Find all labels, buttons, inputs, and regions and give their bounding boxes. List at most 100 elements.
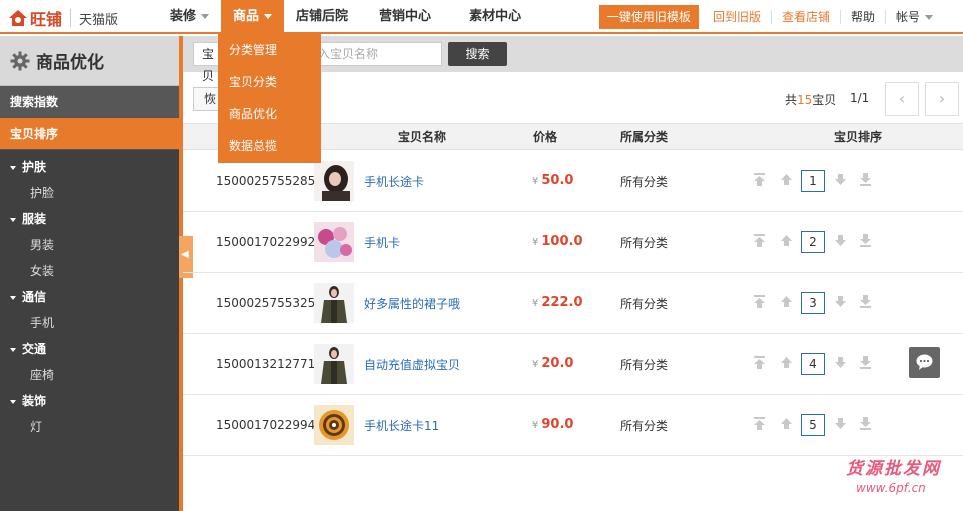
sidebar-subitem[interactable]: 男装	[0, 232, 179, 258]
sidebar-item-search-index[interactable]: 搜索指数	[0, 86, 179, 118]
sidebar-subitem[interactable]: 手机	[0, 310, 179, 336]
move-up-icon[interactable]	[780, 356, 793, 369]
menu-item-data-overview[interactable]: 数据总揽	[218, 130, 321, 162]
move-down-icon[interactable]	[834, 173, 847, 186]
product-name-link[interactable]: 手机长途卡	[364, 173, 424, 190]
product-category: 所有分类	[620, 419, 669, 433]
product-thumbnail[interactable]	[314, 344, 354, 384]
sidebar-subitem[interactable]: 座椅	[0, 362, 179, 388]
nav-decorate[interactable]: 装修	[158, 0, 221, 34]
chat-bubble-icon	[916, 354, 933, 370]
menu-item-product-optimization[interactable]: 商品优化	[218, 98, 321, 130]
account-menu[interactable]: 帐号	[886, 10, 963, 24]
product-name-link[interactable]: 自动充值虚拟宝贝	[364, 356, 460, 373]
move-top-icon[interactable]	[753, 356, 766, 369]
logo[interactable]: 旺铺 天猫版	[8, 6, 118, 30]
menu-item-category-management[interactable]: 分类管理	[218, 34, 321, 66]
move-down-icon[interactable]	[834, 356, 847, 369]
table-row: 1500025755325 好多属性的裙子哦 ¥222.0 所有分类 3	[183, 273, 963, 334]
product-name-link[interactable]: 好多属性的裙子哦	[364, 295, 460, 312]
product-thumbnail[interactable]	[314, 161, 354, 201]
help-link[interactable]: 帮助	[841, 10, 886, 24]
move-bottom-icon[interactable]	[859, 417, 872, 430]
rank-input[interactable]: 4	[801, 353, 825, 375]
product-thumbnail[interactable]	[314, 283, 354, 323]
rank-input[interactable]: 1	[801, 170, 825, 192]
table-row: 1500013212771 自动充值虚拟宝贝 ¥20.0 所有分类 4	[183, 334, 963, 395]
sidebar-item-product-sort[interactable]: 宝贝排序	[0, 118, 179, 150]
move-top-icon[interactable]	[753, 417, 766, 430]
rank-input[interactable]: 2	[801, 231, 825, 253]
product-thumbnail[interactable]	[314, 222, 354, 262]
nav-store-backyard[interactable]: 店铺后院	[284, 0, 360, 34]
sidebar-category-decor[interactable]: 装饰	[0, 388, 179, 414]
product-category: 所有分类	[620, 297, 669, 311]
product-id: 1500025755325	[216, 296, 316, 310]
menu-item-product-category[interactable]: 宝贝分类	[218, 66, 321, 98]
table-row: 1500017022994 手机长途卡11 ¥90.0 所有分类 5	[183, 395, 963, 456]
sidebar-subitem[interactable]: 灯	[0, 414, 179, 440]
products-dropdown: 分类管理 宝贝分类 商品优化 数据总揽	[218, 34, 321, 163]
sidebar-category-clothing[interactable]: 服装	[0, 206, 179, 232]
triangle-down-icon	[10, 165, 16, 170]
move-bottom-icon[interactable]	[859, 234, 872, 247]
search-input[interactable]: 入宝贝名称	[311, 42, 442, 66]
rank-input[interactable]: 3	[801, 292, 825, 314]
nav-materials[interactable]: 素材中心	[450, 0, 540, 34]
move-down-icon[interactable]	[834, 417, 847, 430]
divider	[70, 9, 72, 27]
product-category: 所有分类	[620, 175, 669, 189]
watermark: 货源批发网 www.6pf.cn	[846, 454, 956, 495]
move-top-icon[interactable]	[753, 295, 766, 308]
currency-symbol: ¥	[532, 176, 539, 187]
move-top-icon[interactable]	[753, 234, 766, 247]
product-category: 所有分类	[620, 236, 669, 250]
product-category: 所有分类	[620, 358, 669, 372]
move-up-icon[interactable]	[780, 295, 793, 308]
search-button[interactable]: 搜索	[448, 42, 507, 66]
page-indicator: 1/1	[850, 91, 870, 105]
move-bottom-icon[interactable]	[859, 295, 872, 308]
move-bottom-icon[interactable]	[859, 173, 872, 186]
header-rank: 宝贝排序	[834, 130, 883, 144]
move-up-icon[interactable]	[780, 417, 793, 430]
nav-marketing[interactable]: 营销中心	[360, 0, 450, 34]
sidebar-subitem[interactable]: 护脸	[0, 180, 179, 206]
next-page-button[interactable]: ›	[925, 82, 959, 116]
move-up-icon[interactable]	[780, 173, 793, 186]
chevron-down-icon	[201, 14, 210, 19]
move-top-icon[interactable]	[753, 173, 766, 186]
move-up-icon[interactable]	[780, 234, 793, 247]
sidebar-category-transport[interactable]: 交通	[0, 336, 179, 362]
chevron-down-icon	[264, 14, 273, 19]
product-thumbnail[interactable]	[314, 405, 354, 445]
product-name-link[interactable]: 手机卡	[364, 234, 400, 251]
sidebar-category-telecom[interactable]: 通信	[0, 284, 179, 310]
product-price: ¥20.0	[532, 356, 574, 371]
product-price: ¥90.0	[532, 417, 574, 432]
rank-input[interactable]: 5	[801, 414, 825, 436]
back-to-old-link[interactable]: 回到旧版	[703, 10, 772, 24]
sidebar-title: 商品优化	[0, 36, 179, 86]
sidebar-subitem[interactable]: 女装	[0, 258, 179, 284]
top-bar: 旺铺 天猫版 装修 商品 店铺后院 营销中心 素材中心 一键使用旧模板 回到旧版…	[0, 0, 963, 34]
product-name-link[interactable]: 手机长途卡11	[364, 417, 439, 434]
main-nav: 装修 商品 店铺后院 营销中心 素材中心	[158, 0, 540, 34]
chevron-down-icon	[925, 15, 933, 20]
table-row: 1500017022992 手机卡 ¥100.0 所有分类 2	[183, 212, 963, 273]
prev-page-button[interactable]: ‹	[885, 82, 919, 116]
sidebar-category-skincare[interactable]: 护肤	[0, 154, 179, 180]
currency-symbol: ¥	[532, 237, 539, 248]
feedback-button[interactable]	[909, 347, 940, 378]
product-id: 1500013212771	[216, 357, 316, 371]
move-down-icon[interactable]	[834, 234, 847, 247]
watermark-title: 货源批发网	[846, 459, 941, 479]
brand-name: 旺铺	[30, 10, 63, 29]
triangle-down-icon	[10, 347, 16, 352]
gear-icon	[10, 51, 30, 70]
view-store-link[interactable]: 查看店铺	[772, 10, 841, 24]
move-bottom-icon[interactable]	[859, 356, 872, 369]
move-down-icon[interactable]	[834, 295, 847, 308]
use-old-template-button[interactable]: 一键使用旧模板	[598, 5, 699, 29]
nav-products[interactable]: 商品	[221, 0, 285, 34]
